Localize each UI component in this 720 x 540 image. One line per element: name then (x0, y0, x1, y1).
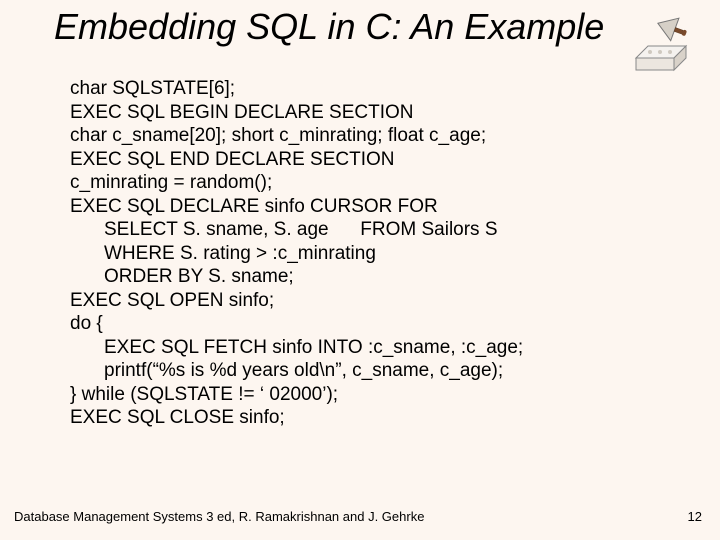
code-line: c_minrating = random(); (70, 172, 272, 193)
code-line: EXEC SQL CLOSE sinfo; (70, 407, 285, 428)
code-line: } while (SQLSTATE != ‘ 02000’); (70, 384, 338, 405)
code-line: EXEC SQL DECLARE sinfo CURSOR FOR (70, 196, 438, 217)
code-line: EXEC SQL BEGIN DECLARE SECTION (70, 102, 414, 123)
page-number: 12 (688, 509, 702, 524)
code-line: char SQLSTATE[6]; (70, 78, 235, 99)
code-block: char SQLSTATE[6]; EXEC SQL BEGIN DECLARE… (70, 77, 523, 430)
code-line: ORDER BY S. sname; (70, 265, 294, 289)
bricklayer-icon (630, 10, 700, 80)
code-line: WHERE S. rating > :c_minrating (70, 242, 376, 266)
slide: Embedding SQL in C: An Example char SQLS… (0, 0, 720, 540)
code-line: EXEC SQL END DECLARE SECTION (70, 149, 394, 170)
code-line: char c_sname[20]; short c_minrating; flo… (70, 125, 486, 146)
code-line: printf(“%s is %d years old\n”, c_sname, … (70, 359, 503, 383)
code-line: do { (70, 313, 103, 334)
footer-text: Database Management Systems 3 ed, R. Ram… (14, 509, 424, 524)
code-line: EXEC SQL FETCH sinfo INTO :c_sname, :c_a… (70, 336, 523, 360)
code-line: SELECT S. sname, S. age FROM Sailors S (70, 218, 498, 242)
code-line: EXEC SQL OPEN sinfo; (70, 290, 274, 311)
slide-title: Embedding SQL in C: An Example (54, 6, 614, 48)
